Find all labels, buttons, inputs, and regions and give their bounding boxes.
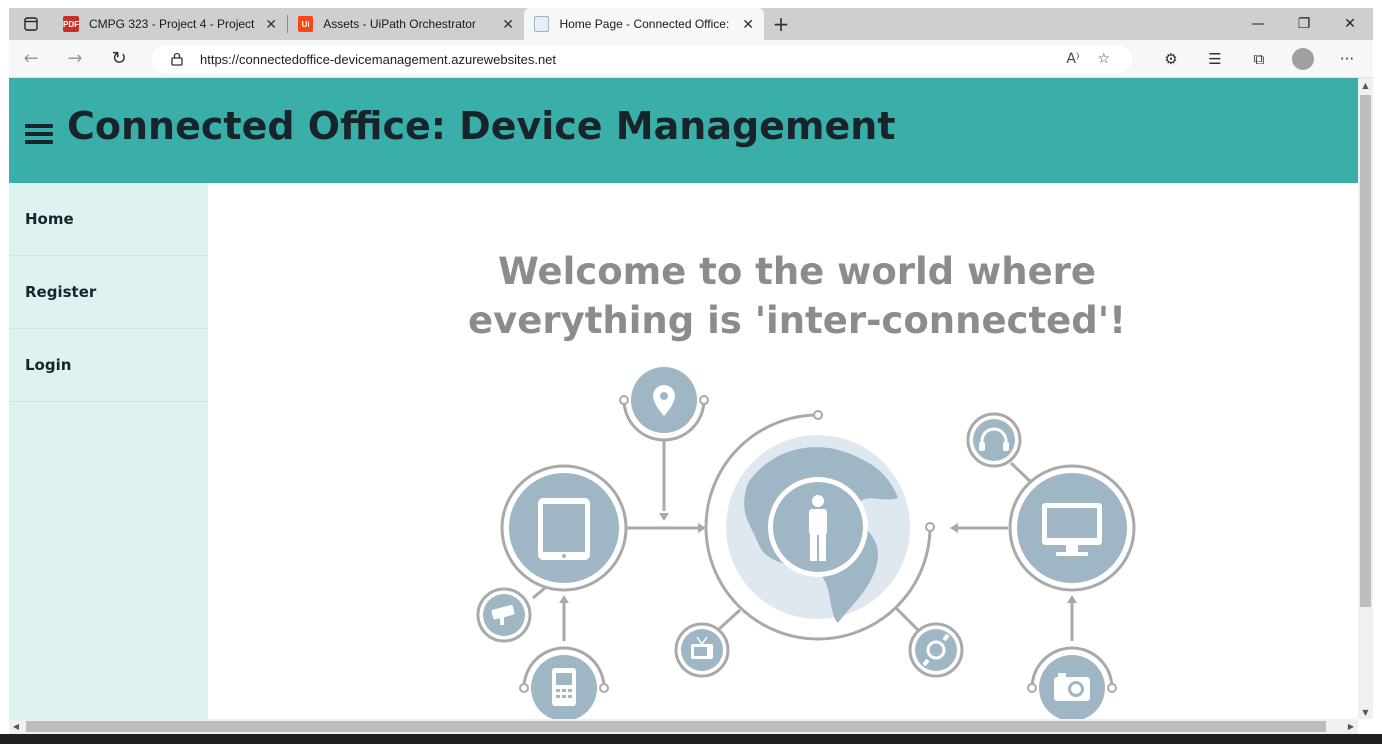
browser-tab-bar: PDF CMPG 323 - Project 4 - Project B ✕ U…	[9, 8, 1373, 40]
horizontal-scroll-thumb[interactable]	[26, 721, 1326, 732]
back-button[interactable]: ←	[9, 40, 53, 78]
toolbar-actions: ⚙ ☰ ⧉ ···	[1149, 40, 1369, 78]
plus-icon: +	[772, 12, 790, 36]
arrow-from-monitor	[950, 523, 958, 533]
page-viewport: Connected Office: Device Management Home…	[9, 78, 1358, 719]
sidebar-item-home[interactable]: Home	[9, 183, 208, 256]
profile-avatar[interactable]	[1292, 48, 1314, 70]
tab-title: Home Page - Connected Office: I	[559, 17, 733, 31]
arrow-up-right	[1067, 595, 1077, 603]
browser-tab-home[interactable]: Home Page - Connected Office: I ✕	[524, 8, 764, 40]
pdf-icon: PDF	[63, 16, 79, 32]
site-title: Connected Office: Device Management	[67, 104, 896, 148]
scroll-down-icon[interactable]: ▼	[1358, 705, 1373, 719]
menu-icon[interactable]	[25, 124, 53, 144]
close-tab-icon[interactable]: ✕	[742, 16, 754, 33]
new-tab-button[interactable]: +	[764, 8, 798, 40]
restore-button[interactable]: ❐	[1281, 8, 1327, 40]
favorites-icon[interactable]: ☰	[1193, 50, 1237, 68]
scroll-left-icon[interactable]: ◀	[9, 719, 23, 734]
address-bar-icons: A⁾ ☆	[1066, 51, 1110, 67]
tab-actions-button[interactable]	[9, 8, 53, 40]
camera-icon	[1027, 646, 1117, 719]
tv-icon	[674, 622, 730, 678]
sidebar-item-register[interactable]: Register	[9, 256, 208, 329]
address-bar[interactable]: https://connectedoffice-devicemanagement…	[152, 45, 1132, 73]
page-icon	[534, 16, 550, 32]
tab-title: CMPG 323 - Project 4 - Project B	[89, 17, 256, 31]
collections-icon[interactable]: ⧉	[1237, 50, 1281, 68]
refresh-icon: ↻	[111, 48, 127, 69]
forward-button[interactable]: →	[53, 40, 97, 78]
tablet-icon	[500, 464, 628, 592]
welcome-line-2: everything is 'inter-connected'!	[468, 299, 1126, 342]
read-aloud-icon[interactable]: A⁾	[1066, 51, 1079, 67]
os-taskbar	[0, 734, 1382, 744]
more-options-icon[interactable]: ···	[1325, 50, 1369, 68]
tab-title: Assets - UiPath Orchestrator	[323, 17, 476, 31]
scroll-up-icon[interactable]: ▲	[1358, 78, 1373, 92]
welcome-line-1: Welcome to the world where	[498, 250, 1096, 293]
favorite-add-icon[interactable]: ☆	[1097, 51, 1110, 67]
arrow-left-icon: ←	[23, 48, 39, 69]
location-pin-icon	[619, 367, 709, 442]
mobile-phone-icon	[519, 646, 609, 719]
globe-person-icon	[704, 410, 935, 641]
welcome-heading: Welcome to the world where everything is…	[208, 247, 1358, 345]
monitor-icon	[1008, 464, 1136, 592]
headphones-icon	[966, 412, 1022, 468]
connected-devices-illustration	[476, 367, 1136, 719]
main-content: Welcome to the world where everything is…	[208, 183, 1358, 719]
tab-actions-icon	[24, 17, 38, 31]
scroll-right-icon[interactable]: ▶	[1344, 719, 1358, 734]
window-controls: — ❐ ✕	[1235, 8, 1373, 40]
close-tab-icon[interactable]: ✕	[502, 16, 514, 33]
lock-icon	[171, 52, 183, 66]
arrow-right-icon: →	[67, 48, 83, 69]
sidebar-item-login[interactable]: Login	[9, 329, 208, 402]
uipath-icon: Ui	[298, 16, 314, 32]
arrow-up-left	[559, 595, 569, 603]
refresh-button[interactable]: ↻	[97, 40, 141, 78]
close-tab-icon[interactable]: ✕	[265, 16, 277, 33]
smartwatch-icon	[908, 622, 964, 678]
browser-toolbar: ← → ↻ https://connectedoffice-devicemana…	[9, 40, 1373, 78]
extensions-icon[interactable]: ⚙	[1149, 50, 1193, 68]
browser-tab-pdf[interactable]: PDF CMPG 323 - Project 4 - Project B ✕	[53, 8, 287, 40]
sidebar-nav: Home Register Login	[9, 183, 208, 719]
arrow-down	[659, 513, 669, 521]
horizontal-scrollbar[interactable]: ◀ ▶	[9, 719, 1358, 734]
security-camera-icon	[476, 587, 532, 643]
minimize-button[interactable]: —	[1235, 8, 1281, 40]
browser-tab-uipath[interactable]: Ui Assets - UiPath Orchestrator ✕	[288, 8, 524, 40]
site-header: Connected Office: Device Management	[9, 78, 1358, 183]
vertical-scrollbar[interactable]: ▲ ▼	[1358, 78, 1373, 719]
url-text[interactable]: https://connectedoffice-devicemanagement…	[200, 52, 556, 67]
close-window-button[interactable]: ✕	[1327, 8, 1373, 40]
vertical-scroll-thumb[interactable]	[1360, 95, 1371, 607]
